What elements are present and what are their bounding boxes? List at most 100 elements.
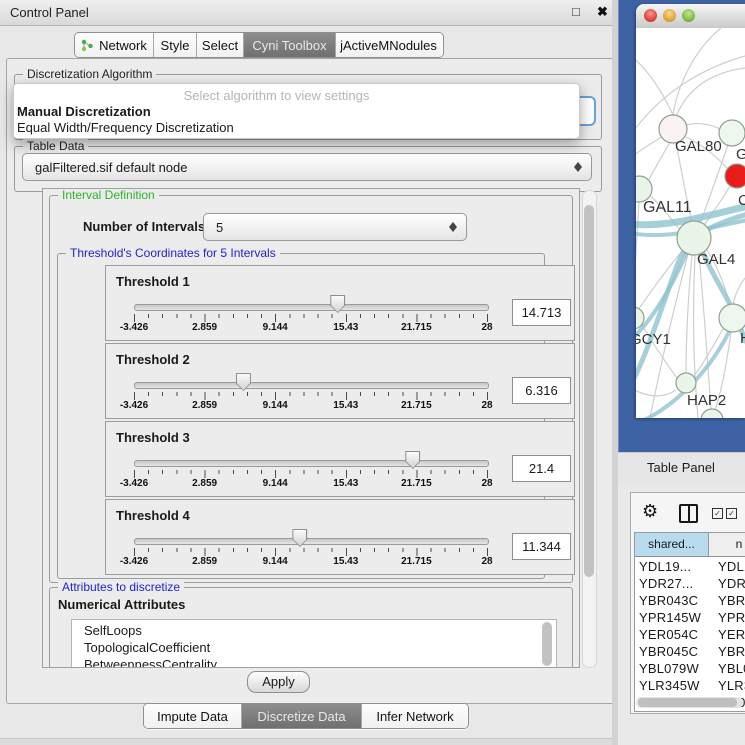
threshold-value-field[interactable]: 11.344 xyxy=(512,533,571,560)
tick-label: 28 xyxy=(481,478,492,489)
network-node[interactable] xyxy=(676,373,696,393)
settings-scrollbar[interactable] xyxy=(582,190,597,668)
list-scrollbar[interactable] xyxy=(542,622,552,666)
network-canvas[interactable]: GAL80GCGAL11GAL4GCY1HHAP2 xyxy=(636,28,745,418)
network-edge[interactable] xyxy=(676,68,745,116)
top-tab-bar: Network Style Select Cyni Toolbox jActiv… xyxy=(74,32,444,58)
tick-label: 15.43 xyxy=(333,322,358,333)
checkbox-icon[interactable] xyxy=(726,508,737,519)
slider-ticks xyxy=(134,392,489,396)
node-label: GAL80 xyxy=(675,138,722,155)
group-title: Table Data xyxy=(23,139,88,153)
tab-label: Discretize Data xyxy=(257,709,345,724)
tab-label: Style xyxy=(161,38,190,53)
threshold-value-field[interactable]: 21.4 xyxy=(512,455,571,482)
slider-track[interactable] xyxy=(134,538,489,545)
zoom-window-icon[interactable] xyxy=(682,9,695,22)
spinner-arrows-icon xyxy=(573,161,582,173)
slider-tick-labels: -3.4262.8599.14415.4321.71528 xyxy=(134,400,487,412)
list-item[interactable]: TopologicalCoefficient xyxy=(84,639,210,656)
close-panel-icon[interactable]: ✖ xyxy=(597,4,608,20)
group-title: Attributes to discretize xyxy=(58,580,184,594)
table-row[interactable]: YBR043CYBR0 xyxy=(635,592,745,609)
network-edge[interactable] xyxy=(636,53,673,115)
table-row[interactable]: YDL19...YDL1 xyxy=(635,558,745,575)
apply-button[interactable]: Apply xyxy=(247,671,310,693)
tick-label: 2.859 xyxy=(192,322,217,333)
network-node[interactable] xyxy=(725,164,745,188)
node-label: HAP2 xyxy=(687,392,726,409)
number-of-intervals-combobox[interactable]: 5 xyxy=(203,213,467,241)
network-edge[interactable] xyxy=(649,142,670,179)
slider-tick-labels: -3.4262.8599.14415.4321.71528 xyxy=(134,556,487,568)
network-edge[interactable] xyxy=(733,278,745,305)
tab-select[interactable]: Select xyxy=(197,33,244,57)
dropdown-item-manual-discretization[interactable]: Manual Discretization xyxy=(17,104,151,119)
table-row[interactable]: YER054CYER0 xyxy=(635,626,745,643)
tick-label: -3.426 xyxy=(120,478,148,489)
float-window-icon[interactable]: □ xyxy=(572,4,580,19)
table-row[interactable]: YDR27...YDR2 xyxy=(635,575,745,592)
tab-discretize-data[interactable]: Discretize Data xyxy=(242,704,362,728)
gear-icon[interactable]: ⚙ xyxy=(642,501,658,522)
column-layout-icon[interactable] xyxy=(679,504,698,523)
slider-track[interactable] xyxy=(134,304,489,311)
table-row[interactable]: YLR345WYLR3 xyxy=(635,677,745,694)
number-of-intervals-label: Number of Intervals xyxy=(83,219,205,234)
threshold-label: Threshold 1 xyxy=(116,274,190,289)
tick-label: 2.859 xyxy=(192,556,217,567)
control-panel-titlebar xyxy=(0,0,618,26)
tick-label: 9.144 xyxy=(263,400,288,411)
network-node[interactable] xyxy=(677,221,711,255)
group-title: Interval Definition xyxy=(58,188,159,202)
tab-style[interactable]: Style xyxy=(154,33,197,57)
threshold-value-field[interactable]: 14.713 xyxy=(512,299,571,326)
slider-track[interactable] xyxy=(134,382,489,389)
slider-tick-labels: -3.4262.8599.14415.4321.71528 xyxy=(134,478,487,490)
network-node[interactable] xyxy=(701,409,723,418)
tick-label: 21.715 xyxy=(401,478,432,489)
network-edge[interactable] xyxy=(636,202,639,307)
threshold-value-field[interactable]: 6.316 xyxy=(512,377,571,404)
column-header-name[interactable]: n xyxy=(709,533,745,557)
network-node[interactable] xyxy=(719,304,745,332)
table-horizontal-scrollbar-thumb[interactable] xyxy=(638,698,737,707)
table-row[interactable]: YBL079WYBL0 xyxy=(635,660,745,677)
tick-label: 28 xyxy=(481,400,492,411)
slider-ticks xyxy=(134,314,489,318)
network-edge[interactable] xyxy=(686,255,692,373)
network-edge[interactable] xyxy=(685,124,720,129)
tab-infer-network[interactable]: Infer Network xyxy=(362,704,468,728)
threshold-row: Threshold 2 -3.4262.8599.14415.4321.7152… xyxy=(105,343,575,419)
network-node[interactable] xyxy=(719,120,745,146)
tab-jactivemnodules[interactable]: jActiveMNodules xyxy=(336,33,441,57)
close-window-icon[interactable] xyxy=(644,9,657,22)
checkbox-icon[interactable] xyxy=(712,508,723,519)
slider-tick-labels: -3.4262.8599.14415.4321.71528 xyxy=(134,322,487,334)
tick-label: 2.859 xyxy=(192,478,217,489)
tab-network[interactable]: Network xyxy=(75,33,154,57)
list-item[interactable]: SelfLoops xyxy=(84,622,142,639)
algorithm-dropdown-popup: Select algorithm to view settings Manual… xyxy=(13,83,580,139)
tab-cyni-toolbox[interactable]: Cyni Toolbox xyxy=(244,33,336,57)
table-horizontal-scrollbar[interactable] xyxy=(636,697,743,708)
tab-impute-data[interactable]: Impute Data xyxy=(144,704,242,728)
table-data-combobox[interactable]: galFiltered.sif default node xyxy=(22,153,592,181)
settings-scrollbar-thumb[interactable] xyxy=(584,205,594,577)
minimize-window-icon[interactable] xyxy=(663,9,676,22)
table-panel-title: Table Panel xyxy=(647,460,715,475)
tab-label: Select xyxy=(202,38,238,53)
network-edge[interactable] xyxy=(699,255,711,409)
settings-scroll-viewport: Interval Definition Number of Intervals … xyxy=(42,188,580,668)
bottom-tab-bar: Impute Data Discretize Data Infer Networ… xyxy=(143,703,469,729)
control-panel-title: Control Panel xyxy=(10,5,89,20)
column-header-shared-name[interactable]: shared... xyxy=(635,533,709,557)
numerical-attributes-list[interactable]: SelfLoops TopologicalCoefficient Between… xyxy=(71,619,557,668)
slider-track[interactable] xyxy=(134,460,489,467)
network-edge[interactable] xyxy=(673,28,721,115)
tab-label: Network xyxy=(99,38,147,53)
dropdown-item-equal-width-frequency[interactable]: Equal Width/Frequency Discretization xyxy=(17,120,234,135)
table-row[interactable]: YPR145WYPR1 xyxy=(635,609,745,626)
list-item[interactable]: BetweennessCentrality xyxy=(84,656,217,668)
table-row[interactable]: YBR045CYBR0 xyxy=(635,643,745,660)
